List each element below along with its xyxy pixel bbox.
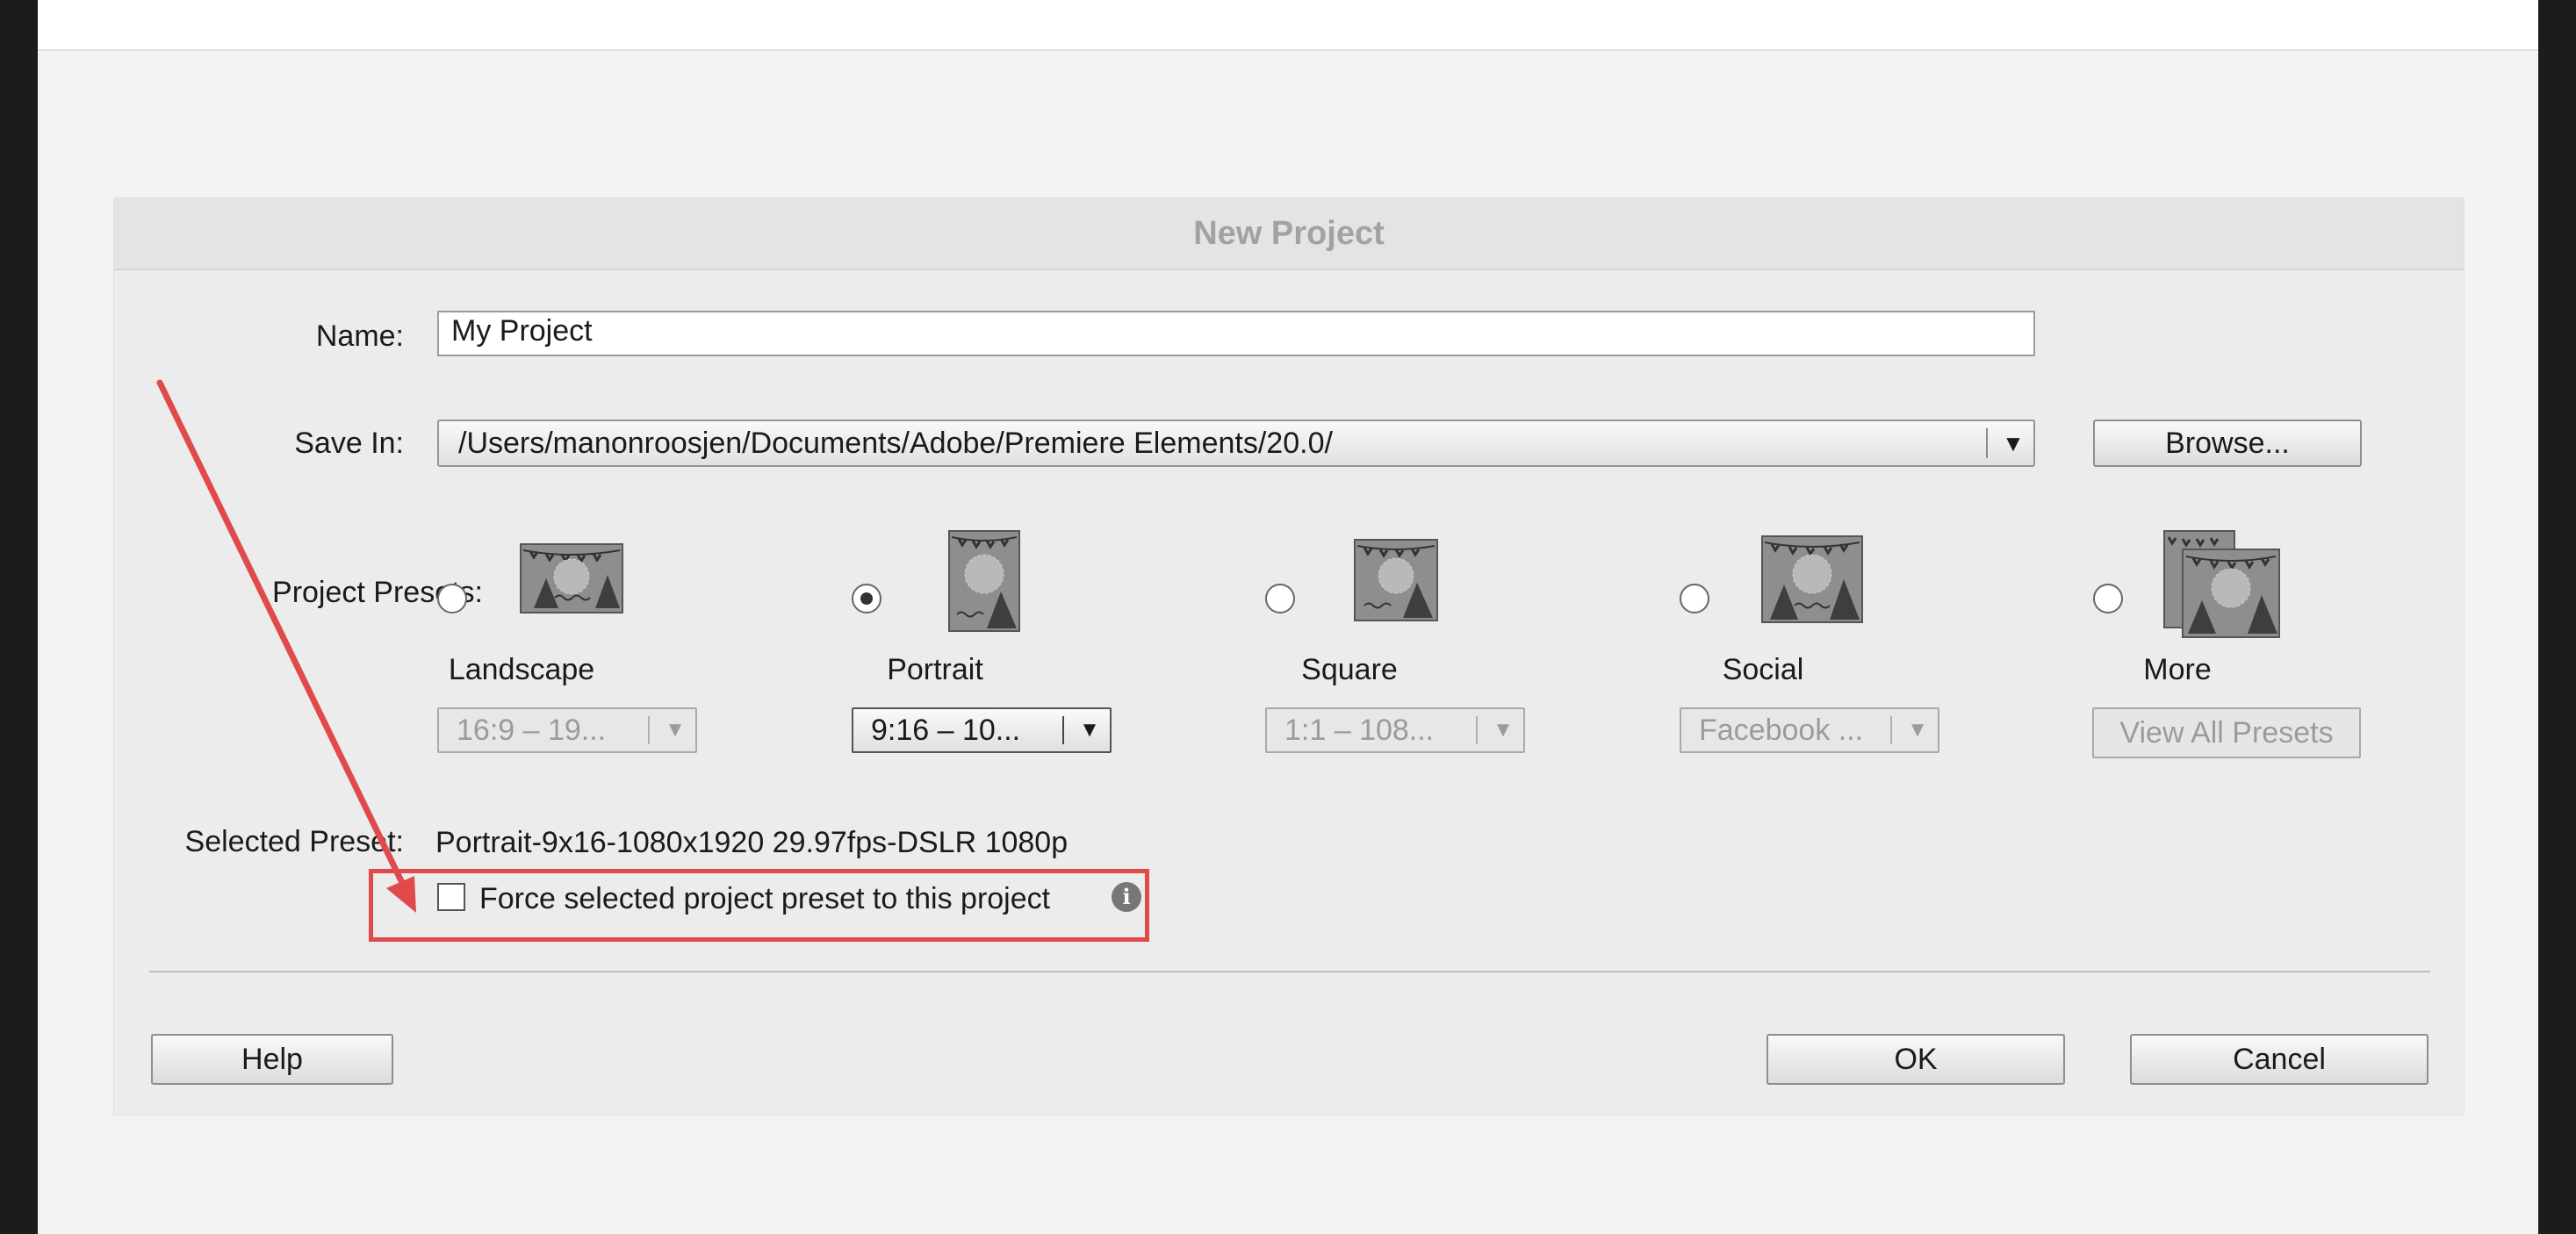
cancel-button[interactable]: Cancel [2130,1034,2428,1085]
save-in-dropdown[interactable]: /Users/manonroosjen/Documents/Adobe/Prem… [437,420,2035,467]
chevron-down-icon: ▼ [1907,718,1928,742]
top-bar [38,0,2538,51]
view-all-presets-button: View All Presets [2092,707,2361,758]
preset-dropdown-portrait[interactable]: 9:16 – 10... ▼ [852,707,1112,753]
preset-option-social: Facebook ... [1699,714,1864,747]
preset-label-square: Square [1301,653,1398,686]
preset-dropdown-landscape: 16:9 – 19... ▼ [437,707,697,753]
preset-dropdown-social: Facebook ... ▼ [1680,707,1939,753]
save-in-label: Save In: [294,427,404,460]
dialog-divider [149,971,2430,972]
dropdown-separator [1062,716,1064,744]
ok-button[interactable]: OK [1767,1034,2065,1085]
preset-label-landscape: Landscape [448,653,595,686]
preset-option-portrait: 9:16 – 10... [871,714,1021,747]
browse-button[interactable]: Browse... [2093,420,2362,467]
preset-label-social: Social [1722,653,1804,686]
preset-radio-more[interactable] [2093,584,2123,613]
app-screen: New Project Name: My Project Save In: /U… [38,0,2538,1234]
more-presets-thumbnail-icon [2163,530,2280,638]
dropdown-separator [1476,716,1478,744]
preset-radio-social[interactable] [1680,584,1709,613]
chevron-down-icon: ▼ [1079,718,1100,742]
square-thumbnail-icon [1354,539,1438,621]
selected-preset-value: Portrait-9x16-1080x1920 29.97fps-DSLR 10… [435,826,1069,859]
preset-radio-square[interactable] [1265,584,1295,613]
portrait-thumbnail-icon [948,530,1020,632]
name-label: Name: [315,319,404,353]
dialog-title: New Project [114,198,2464,270]
social-thumbnail-icon [1761,535,1863,623]
chevron-down-icon: ▼ [2002,430,2025,456]
chevron-down-icon: ▼ [1493,718,1514,742]
dropdown-separator [1986,428,1988,458]
landscape-thumbnail-icon [520,543,623,613]
chevron-down-icon: ▼ [665,718,686,742]
new-project-dialog: New Project Name: My Project Save In: /U… [113,197,2464,1116]
project-presets-label: Project Presets: [272,576,483,609]
preset-radio-portrait[interactable] [852,584,881,613]
dropdown-separator [1890,716,1892,744]
preset-dropdown-square: 1:1 – 108... ▼ [1265,707,1525,753]
preset-option-square: 1:1 – 108... [1284,714,1435,747]
name-input[interactable]: My Project [437,311,2035,356]
annotation-highlight-box [369,869,1149,942]
preset-label-more: More [2143,653,2212,686]
help-button[interactable]: Help [151,1034,393,1085]
radio-selected-dot [860,592,873,605]
selected-preset-label: Selected Preset: [184,825,404,858]
dropdown-separator [648,716,650,744]
preset-radio-landscape[interactable] [437,584,467,613]
save-in-value: /Users/manonroosjen/Documents/Adobe/Prem… [458,427,1333,460]
preset-label-portrait: Portrait [887,653,983,686]
preset-option-landscape: 16:9 – 19... [457,714,607,747]
